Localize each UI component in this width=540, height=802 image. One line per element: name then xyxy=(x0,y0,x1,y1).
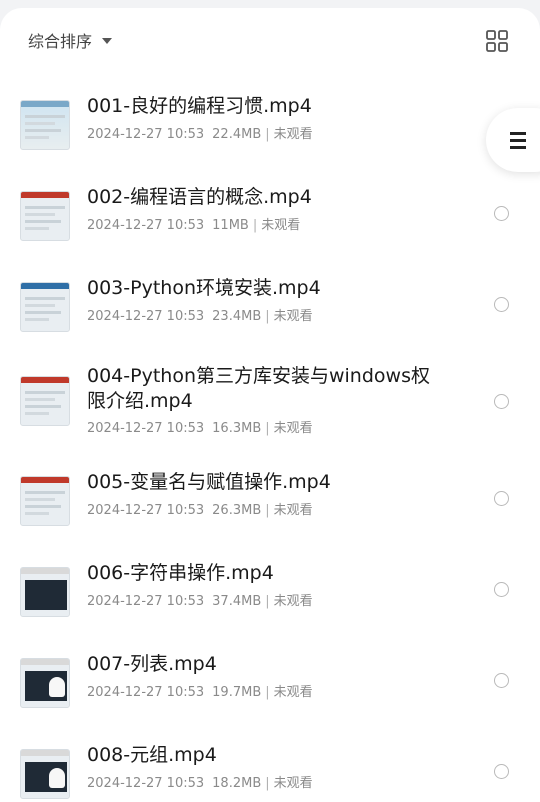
watch-status: 未观看 xyxy=(273,421,313,436)
meta-separator: | xyxy=(265,503,270,518)
file-size: 11MB xyxy=(212,218,249,233)
file-name: 007-列表.mp4 xyxy=(87,653,217,675)
select-radio[interactable] xyxy=(494,673,509,688)
file-row[interactable]: 002-编程语言的概念.mp4 2024-12-27 10:53 11MB | 未观看 xyxy=(0,183,540,241)
video-thumbnail xyxy=(20,191,70,241)
file-name: 003-Python环境安装.mp4 xyxy=(87,277,321,299)
meta-separator: | xyxy=(265,421,270,436)
file-name: 008-元组.mp4 xyxy=(87,744,217,766)
meta-separator: | xyxy=(252,218,258,233)
watch-status: 未观看 xyxy=(261,218,301,233)
file-size: 18.2MB xyxy=(212,776,262,791)
select-radio[interactable] xyxy=(494,582,509,597)
file-row[interactable]: 001-良好的编程习惯.mp4 2024-12-27 10:53 22.4MB | 未观… xyxy=(0,92,540,150)
meta-separator: | xyxy=(265,309,270,324)
meta-separator: | xyxy=(265,685,270,700)
file-row[interactable]: 007-列表.mp4 2024-12-27 10:53 19.7MB | 未观看 xyxy=(0,650,540,708)
select-radio[interactable] xyxy=(494,764,509,779)
file-meta: 2024-12-27 10:53 22.4MB | 未观看 xyxy=(87,123,313,142)
file-size: 37.4MB xyxy=(212,594,262,609)
file-row[interactable]: 003-Python环境安装.mp4 2024-12-27 10:53 23.4MB… xyxy=(0,274,540,332)
file-size: 19.7MB xyxy=(212,685,262,700)
file-date: 2024-12-27 10:53 xyxy=(87,309,205,324)
meta-separator: | xyxy=(265,127,270,142)
file-name: 006-字符串操作.mp4 xyxy=(87,562,274,584)
file-row[interactable]: 008-元组.mp4 2024-12-27 10:53 18.2MB | 未观看 xyxy=(0,741,540,799)
file-row[interactable]: 004-Python第三方库安装与windows权限介绍.mp4 2024-12-… xyxy=(0,362,540,442)
file-meta: 2024-12-27 10:53 11MB | 未观看 xyxy=(87,214,300,233)
file-date: 2024-12-27 10:53 xyxy=(87,421,205,436)
video-thumbnail xyxy=(20,376,70,426)
file-list-panel: 综合排序 001-良好的编程习惯.mp4 2024-12-27 10:53 22.4… xyxy=(0,8,540,802)
watch-status: 未观看 xyxy=(273,685,313,700)
meta-separator: | xyxy=(265,594,270,609)
file-row[interactable]: 005-变量名与赋值操作.mp4 2024-12-27 10:53 26.3MB | 未… xyxy=(0,468,540,526)
watch-status: 未观看 xyxy=(273,594,313,609)
file-meta: 2024-12-27 10:53 18.2MB | 未观看 xyxy=(87,772,313,791)
select-radio[interactable] xyxy=(494,297,509,312)
file-meta: 2024-12-27 10:53 26.3MB | 未观看 xyxy=(87,499,313,518)
sort-label: 综合排序 xyxy=(28,32,93,51)
file-date: 2024-12-27 10:53 xyxy=(87,218,205,233)
file-name: 004-Python第三方库安装与windows权限介绍.mp4 xyxy=(87,365,430,412)
select-radio[interactable] xyxy=(494,206,509,221)
grid-view-icon[interactable] xyxy=(486,30,508,52)
select-radio[interactable] xyxy=(494,491,509,506)
watch-status: 未观看 xyxy=(273,776,313,791)
file-date: 2024-12-27 10:53 xyxy=(87,127,205,142)
meta-separator: | xyxy=(265,776,270,791)
file-size: 26.3MB xyxy=(212,503,262,518)
video-thumbnail xyxy=(20,749,70,799)
file-date: 2024-12-27 10:53 xyxy=(87,503,205,518)
file-name: 001-良好的编程习惯.mp4 xyxy=(87,95,312,117)
video-thumbnail xyxy=(20,282,70,332)
sort-dropdown[interactable]: 综合排序 xyxy=(28,28,113,52)
file-meta: 2024-12-27 10:53 19.7MB | 未观看 xyxy=(87,681,313,700)
video-thumbnail xyxy=(20,658,70,708)
video-thumbnail xyxy=(20,100,70,150)
watch-status: 未观看 xyxy=(273,503,313,518)
video-thumbnail xyxy=(20,476,70,526)
file-size: 23.4MB xyxy=(212,309,262,324)
watch-status: 未观看 xyxy=(273,127,313,142)
file-name: 002-编程语言的概念.mp4 xyxy=(87,186,312,208)
file-row[interactable]: 006-字符串操作.mp4 2024-12-27 10:53 37.4MB | 未观看 xyxy=(0,559,540,617)
caret-down-icon xyxy=(102,38,113,44)
file-date: 2024-12-27 10:53 xyxy=(87,594,205,609)
file-size: 16.3MB xyxy=(212,421,262,436)
file-date: 2024-12-27 10:53 xyxy=(87,776,205,791)
menu-icon xyxy=(510,132,526,135)
list-header: 综合排序 xyxy=(0,8,540,72)
file-meta: 2024-12-27 10:53 23.4MB | 未观看 xyxy=(87,305,313,324)
file-meta: 2024-12-27 10:53 16.3MB | 未观看 xyxy=(87,417,313,436)
file-meta: 2024-12-27 10:53 37.4MB | 未观看 xyxy=(87,590,313,609)
file-date: 2024-12-27 10:53 xyxy=(87,685,205,700)
watch-status: 未观看 xyxy=(273,309,313,324)
select-radio[interactable] xyxy=(494,394,509,409)
file-name: 005-变量名与赋值操作.mp4 xyxy=(87,471,331,493)
file-size: 22.4MB xyxy=(212,127,262,142)
video-thumbnail xyxy=(20,567,70,617)
